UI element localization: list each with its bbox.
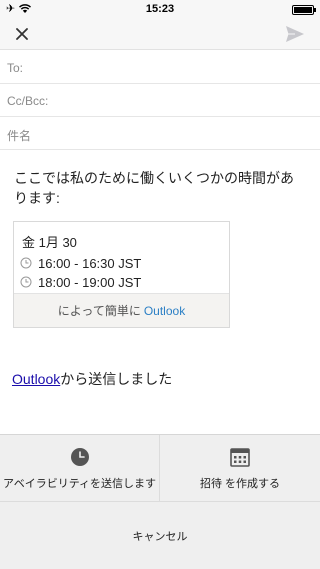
cc-bcc-field[interactable]: Cc/Bcc: [0,84,320,117]
battery-icon [292,5,316,15]
availability-date: 金 1月 30 [22,235,77,250]
clock-icon [20,276,32,288]
send-availability-label: アベイラビリティを送信します [2,477,157,490]
availability-slot-text: 16:00 - 16:30 JST [38,255,142,271]
availability-footer-text: によって簡単に [57,304,141,318]
cancel-button[interactable]: キャンセル [0,502,320,569]
send-button[interactable] [284,23,306,45]
close-button[interactable] [10,22,34,46]
subject-label: 件名 [7,129,32,143]
subject-field[interactable]: 件名 [0,117,320,150]
availability-footer: によって簡単に Outlook [14,293,229,327]
status-time: 15:23 [145,3,175,15]
create-invite-button[interactable]: 招待 を作成する [160,435,320,502]
action-row: アベイラビリティを送信します 招待 を作成する [0,435,320,502]
send-icon [286,26,304,42]
availability-slot: 18:00 - 19:00 JST [20,273,141,291]
cc-bcc-label: Cc/Bcc: [7,94,49,108]
create-invite-label: 招待 を作成する [199,477,281,490]
signature: Outlookから送信しました [12,369,172,389]
clock-icon [20,257,32,269]
availability-slot-text: 18:00 - 19:00 JST [38,274,142,290]
send-availability-button[interactable]: アベイラビリティを送信します [0,435,160,502]
compose-nav-bar [0,18,320,50]
message-body-intro[interactable]: ここでは私のために働くいくつかの時間があります: [14,168,306,208]
availability-card: 金 1月 30 16:00 - 16:30 JST 18:00 - 19:00 … [13,221,230,328]
clock-icon [70,447,89,466]
status-bar: ✈ 15:23 [0,0,320,18]
to-label: To: [7,61,24,75]
calendar-icon [230,447,250,467]
signature-text: から送信しました [60,371,173,387]
close-icon [16,28,28,40]
signature-outlook-link[interactable]: Outlook [12,371,60,387]
outlook-link[interactable]: Outlook [144,304,185,318]
availability-slot: 16:00 - 16:30 JST [20,254,141,272]
action-sheet: アベイラビリティを送信します 招待 を作成する キャンセル [0,434,320,569]
to-field[interactable]: To: [0,51,320,84]
